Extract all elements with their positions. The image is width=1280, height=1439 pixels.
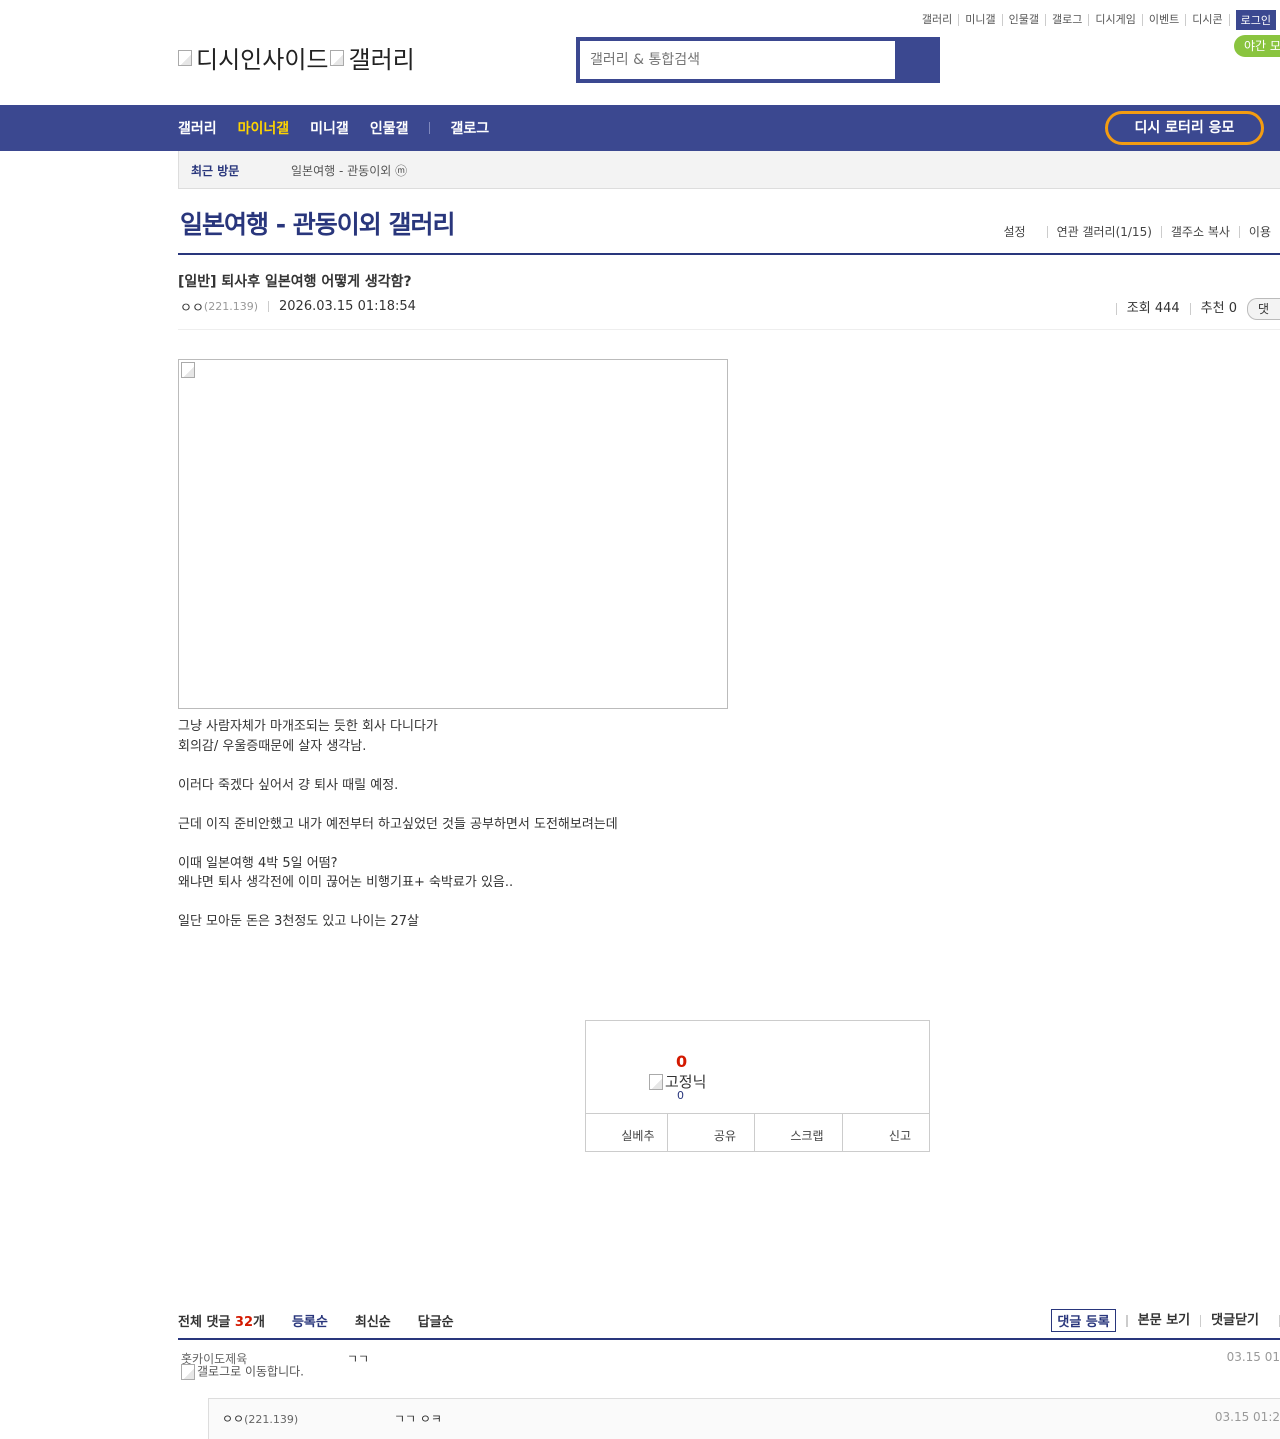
share-button[interactable]: 공유 [666,1114,755,1151]
post-body-line [178,834,618,854]
broken-image-icon [178,49,192,66]
reply-text: ㄱㄱ ㅇㅋ [394,1412,442,1426]
sort-latest[interactable]: 최신순 [355,1311,391,1330]
night-mode-button[interactable]: 야간 모 [1234,35,1280,57]
post-body-line [178,795,618,815]
gallery-menu: 설정 연관 갤러리(1/15) 갤주소 복사 이용 [994,226,1280,238]
nav-minorgall[interactable]: 마이너갤 [238,118,290,138]
post-body-line: 이러다 죽겠다 싶어서 걍 퇴사 때릴 예정. [178,777,399,793]
gallery-title[interactable]: 일본여행 - 관동이외 갤러리 [180,205,455,241]
view-body-button[interactable]: 본문 보기 [1126,1314,1200,1327]
lottery-button[interactable]: 디시 로터리 응모 [1105,111,1264,145]
broken-image-icon [181,362,195,378]
post-recommend-count: 추천 0 [1189,302,1247,315]
post-author[interactable]: ㅇㅇ [180,297,204,316]
nav-divider [429,122,431,134]
post-stats: 조회 444 추천 0 댓 [1115,298,1280,320]
search-button[interactable] [896,41,936,79]
post-body: 그냥 사람자체가 마개조되는 듯한 회사 다니다가 회의감/ 우울증때문에 살자… [178,717,618,932]
top-link-dcgame[interactable]: 디시게임 [1089,14,1143,26]
reply-box [208,1398,1280,1439]
recommend-box: 0 고정닉 0 실베추 공유 스크랩 신고 [585,1020,930,1152]
post-date: 2026.03.15 01:18:54 [279,299,416,314]
top-links: 갤러리 미니갤 인물갤 갤로그 디시게임 이벤트 디시콘 로그인 [916,10,1276,30]
recommend-actions: 실베추 공유 스크랩 신고 [586,1113,929,1151]
post-body-line: 그냥 사람자체가 마개조되는 듯한 회사 다니다가 [178,719,438,734]
top-link-gallog[interactable]: 갤로그 [1046,14,1090,26]
related-gallery-link[interactable]: 연관 갤러리(1/15) [1046,226,1161,238]
nav-persongall[interactable]: 인물갤 [370,118,409,138]
post-image[interactable] [178,359,728,709]
comment-date: 03.15 01 [1226,1350,1280,1364]
meta-divider [268,301,269,312]
post-body-line [178,893,618,913]
best-recommend-button[interactable]: 실베추 [586,1114,667,1151]
reply-author: ㅇㅇ [222,1412,245,1426]
comment-count: 32 [234,1315,253,1330]
reply-date: 03.15 01:2 [1214,1410,1280,1424]
top-link-gallery[interactable]: 갤러리 [916,14,960,26]
fixed-nick-alt: 고정닉 [665,1073,707,1091]
post-body-line [178,756,618,776]
nav-gallog[interactable]: 갤로그 [450,118,489,138]
post-body-line: 왜냐면 퇴사 생각전에 이미 끊어논 비행기표+ 숙박료가 있음.. [178,875,514,890]
recommend-count[interactable]: 0 [676,1052,687,1071]
search-box [576,37,940,83]
post-views: 조회 444 [1115,302,1190,315]
reply-ip: (221.139) [244,1413,299,1426]
top-link-dccon[interactable]: 디시콘 [1186,14,1230,26]
title-divider [178,253,1280,255]
recent-visit-item[interactable]: 일본여행 - 관동이외 ⓜ [291,162,407,179]
scrap-button[interactable]: 스크랩 [754,1114,842,1151]
reply-nick[interactable]: ㅇㅇ(221.139) [222,1410,298,1427]
close-comments-button[interactable]: 댓글닫기 [1200,1314,1269,1327]
post-body-line: 일단 모아둔 돈은 3천정도 있고 나이는 27살 [178,914,419,929]
main-nav: 갤러리 마이너갤 미니갤 인물갤 갤로그 [178,118,510,138]
search-input[interactable] [580,41,895,79]
meta-divider-line [178,329,1280,330]
recent-visit-bar: 최근 방문 일본여행 - 관동이외 ⓜ [178,151,1280,189]
sort-replies[interactable]: 답글순 [418,1311,454,1330]
post-body-line: 근데 이직 준비안했고 내가 예전부터 하고싶었던 것들 공부하면서 도전해보려… [178,816,618,832]
copy-gallery-url-link[interactable]: 갤주소 복사 [1160,226,1239,238]
gallog-link-alt: 갤로그로 이동합니다. [197,1364,304,1379]
gallery-settings-link[interactable]: 설정 [994,226,1034,238]
site-logo[interactable]: 디시인사이드 갤러리 [178,40,415,75]
fixed-nick-count: 0 [677,1089,684,1102]
top-link-persongall[interactable]: 인물갤 [1003,14,1047,26]
report-button[interactable]: 신고 [841,1114,930,1151]
post-body-line: 이때 일본여행 4박 5일 어떰? [178,855,338,871]
comment-total-label: 전체 댓글 32개 [178,1315,265,1330]
comment-text: ㄱㄱ [347,1352,370,1366]
post-body-line: 회의감/ 우울증때문에 살자 생각남. [178,738,367,754]
login-button[interactable]: 로그인 [1235,10,1276,30]
gallog-link[interactable]: 갤로그로 이동합니다. [181,1364,311,1380]
post-meta: ㅇㅇ (221.139) 2026.03.15 01:18:54 [180,297,416,316]
usage-link[interactable]: 이용 [1238,226,1280,238]
nav-minigall[interactable]: 미니갤 [310,118,349,138]
comment-actions: 댓글 등록 본문 보기 댓글닫기 [1051,1309,1280,1332]
logo-section-alt: 갤러리 [348,46,415,74]
broken-image-icon [181,1364,195,1380]
post-title: [일반] 퇴사후 일본여행 어떻게 생각함? [178,274,412,290]
comment-jump-button[interactable]: 댓 [1247,298,1280,320]
top-link-minigall[interactable]: 미니갤 [959,14,1003,26]
logo-site-alt: 디시인사이드 [196,46,329,74]
nav-gallery[interactable]: 갤러리 [178,118,217,138]
sort-registered[interactable]: 등록순 [292,1311,328,1330]
broken-image-icon [649,1073,663,1090]
comment-divider [178,1338,1280,1340]
broken-image-icon [330,49,345,66]
post-author-ip: (221.139) [203,300,258,313]
recent-visit-label: 최근 방문 [191,164,240,178]
comment-header: 전체 댓글 32개 등록순 최신순 답글순 [178,1311,454,1330]
top-link-event[interactable]: 이벤트 [1143,14,1187,26]
comment-register-button[interactable]: 댓글 등록 [1051,1309,1116,1332]
